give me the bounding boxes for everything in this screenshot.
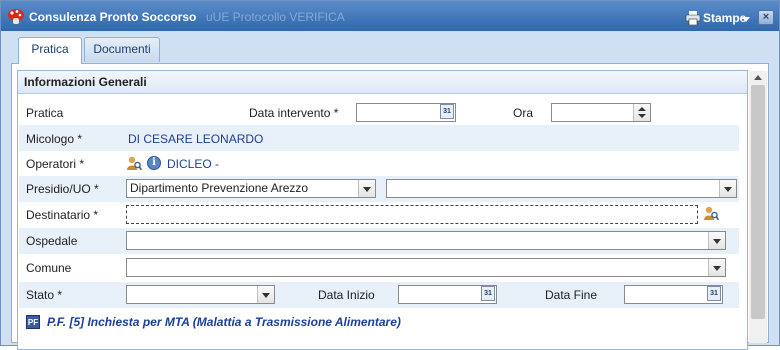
panel-title: Informazioni Generali — [24, 75, 147, 89]
chevron-down-icon[interactable] — [708, 232, 725, 249]
mushroom-logo-icon — [8, 9, 24, 24]
chevron-down-icon[interactable] — [742, 17, 750, 22]
ospedale-select[interactable] — [126, 231, 726, 250]
title-bar: Consulenza Pronto Soccorso uUE Protocoll… — [1, 1, 779, 31]
data-fine-label: Data Fine — [545, 288, 598, 302]
time-spinner-icon[interactable] — [633, 104, 650, 121]
pratica-label: Pratica — [26, 106, 64, 120]
panel-header: Informazioni Generali — [18, 71, 747, 94]
close-button[interactable]: × — [758, 10, 774, 25]
row-destinatario: Destinatario * — [19, 202, 739, 228]
tab-pratica[interactable]: Pratica — [18, 37, 82, 64]
data-inizio-label: Data Inizio — [318, 288, 375, 302]
chevron-down-icon[interactable] — [358, 180, 375, 197]
ora-field[interactable] — [551, 103, 651, 122]
user-search-icon[interactable] — [126, 155, 142, 171]
chevron-down-icon[interactable] — [708, 259, 725, 276]
print-menu-button[interactable]: Stampe — [703, 11, 746, 25]
stato-label: Stato * — [26, 288, 63, 302]
row-operatori: Operatori * i DICLEO - — [19, 151, 739, 177]
data-intervento-label: Data intervento * — [249, 106, 339, 120]
pf-badge-icon: PF — [26, 315, 40, 329]
row-comune: Comune — [19, 255, 739, 281]
operatori-value: DICLEO - — [167, 157, 220, 171]
print-icon[interactable] — [685, 11, 701, 25]
ora-label: Ora — [513, 106, 534, 120]
chevron-down-icon[interactable] — [719, 180, 736, 197]
uo-select[interactable] — [386, 179, 737, 198]
comune-label: Comune — [26, 261, 72, 275]
window-title: Consulenza Pronto Soccorso — [29, 10, 197, 24]
vertical-scrollbar[interactable] — [749, 71, 767, 343]
background-window-title: uUE Protocollo VERIFICA — [206, 10, 345, 24]
row-presidio: Presidio/UO * Dipartimento Prevenzione A… — [19, 176, 739, 202]
presidio-label: Presidio/UO * — [26, 182, 99, 196]
operatori-label: Operatori * — [26, 157, 85, 171]
app-window: Consulenza Pronto Soccorso uUE Protocoll… — [0, 0, 780, 350]
row-ospedale: Ospedale — [19, 228, 739, 254]
ospedale-label: Ospedale — [26, 234, 78, 248]
presidio-value: Dipartimento Prevenzione Arezzo — [130, 181, 309, 195]
comune-select[interactable] — [126, 258, 726, 277]
row-pratica: Pratica Data intervento * 31 Ora — [19, 99, 739, 125]
calendar-icon[interactable]: 31 — [440, 104, 454, 119]
user-search-icon[interactable] — [703, 205, 719, 221]
row-micologo: Micologo * DI CESARE LEONARDO — [19, 125, 739, 151]
calendar-icon[interactable]: 31 — [707, 286, 721, 301]
destinatario-field[interactable] — [126, 205, 698, 224]
row-stato: Stato * Data Inizio 31 Data Fine 31 — [19, 282, 739, 308]
row-pf: PF P.F. [5] Inchiesta per MTA (Malattia … — [19, 309, 739, 335]
scroll-up-icon[interactable] — [754, 75, 762, 80]
chevron-down-icon[interactable] — [257, 286, 274, 303]
pf-description[interactable]: P.F. [5] Inchiesta per MTA (Malattia a T… — [47, 315, 401, 329]
calendar-icon[interactable]: 31 — [481, 286, 495, 301]
presidio-select[interactable]: Dipartimento Prevenzione Arezzo — [126, 179, 376, 198]
micologo-value: DI CESARE LEONARDO — [128, 132, 264, 146]
info-icon[interactable]: i — [147, 156, 161, 170]
micologo-label: Micologo * — [26, 132, 83, 146]
tab-documenti[interactable]: Documenti — [84, 37, 160, 62]
scrollbar-thumb[interactable] — [751, 85, 765, 319]
destinatario-label: Destinatario * — [26, 208, 99, 222]
stato-select[interactable] — [126, 285, 275, 304]
